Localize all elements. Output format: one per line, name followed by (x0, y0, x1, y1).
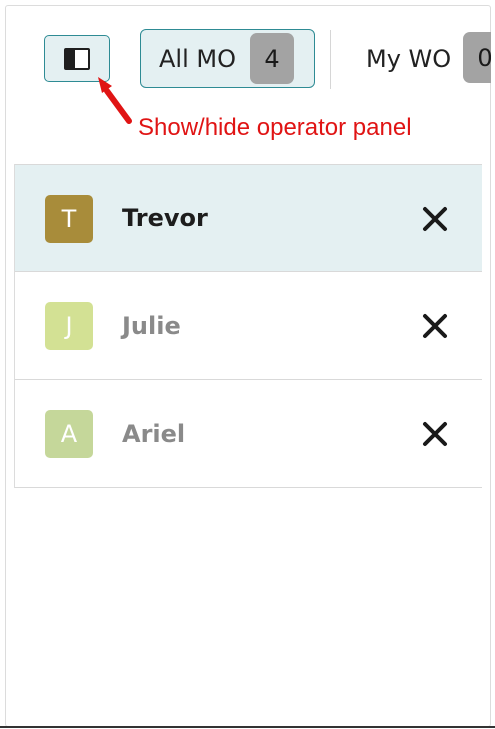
annotation-label: Show/hide operator panel (138, 114, 412, 141)
close-icon[interactable] (419, 310, 451, 342)
operator-name: Ariel (122, 419, 186, 448)
avatar: J (45, 302, 93, 350)
operator-row-trevor[interactable]: T Trevor (15, 164, 482, 272)
avatar: T (45, 195, 93, 243)
operator-row-ariel[interactable]: A Ariel (15, 380, 482, 488)
operator-name: Julie (122, 311, 181, 340)
operator-list: T Trevor J Julie A Ariel (14, 164, 482, 488)
operator-row-julie[interactable]: J Julie (15, 272, 482, 380)
close-icon[interactable] (419, 203, 451, 235)
operator-name: Trevor (122, 204, 208, 232)
avatar: A (45, 410, 93, 458)
close-icon[interactable] (419, 418, 451, 450)
window-bottom-edge (0, 726, 495, 728)
